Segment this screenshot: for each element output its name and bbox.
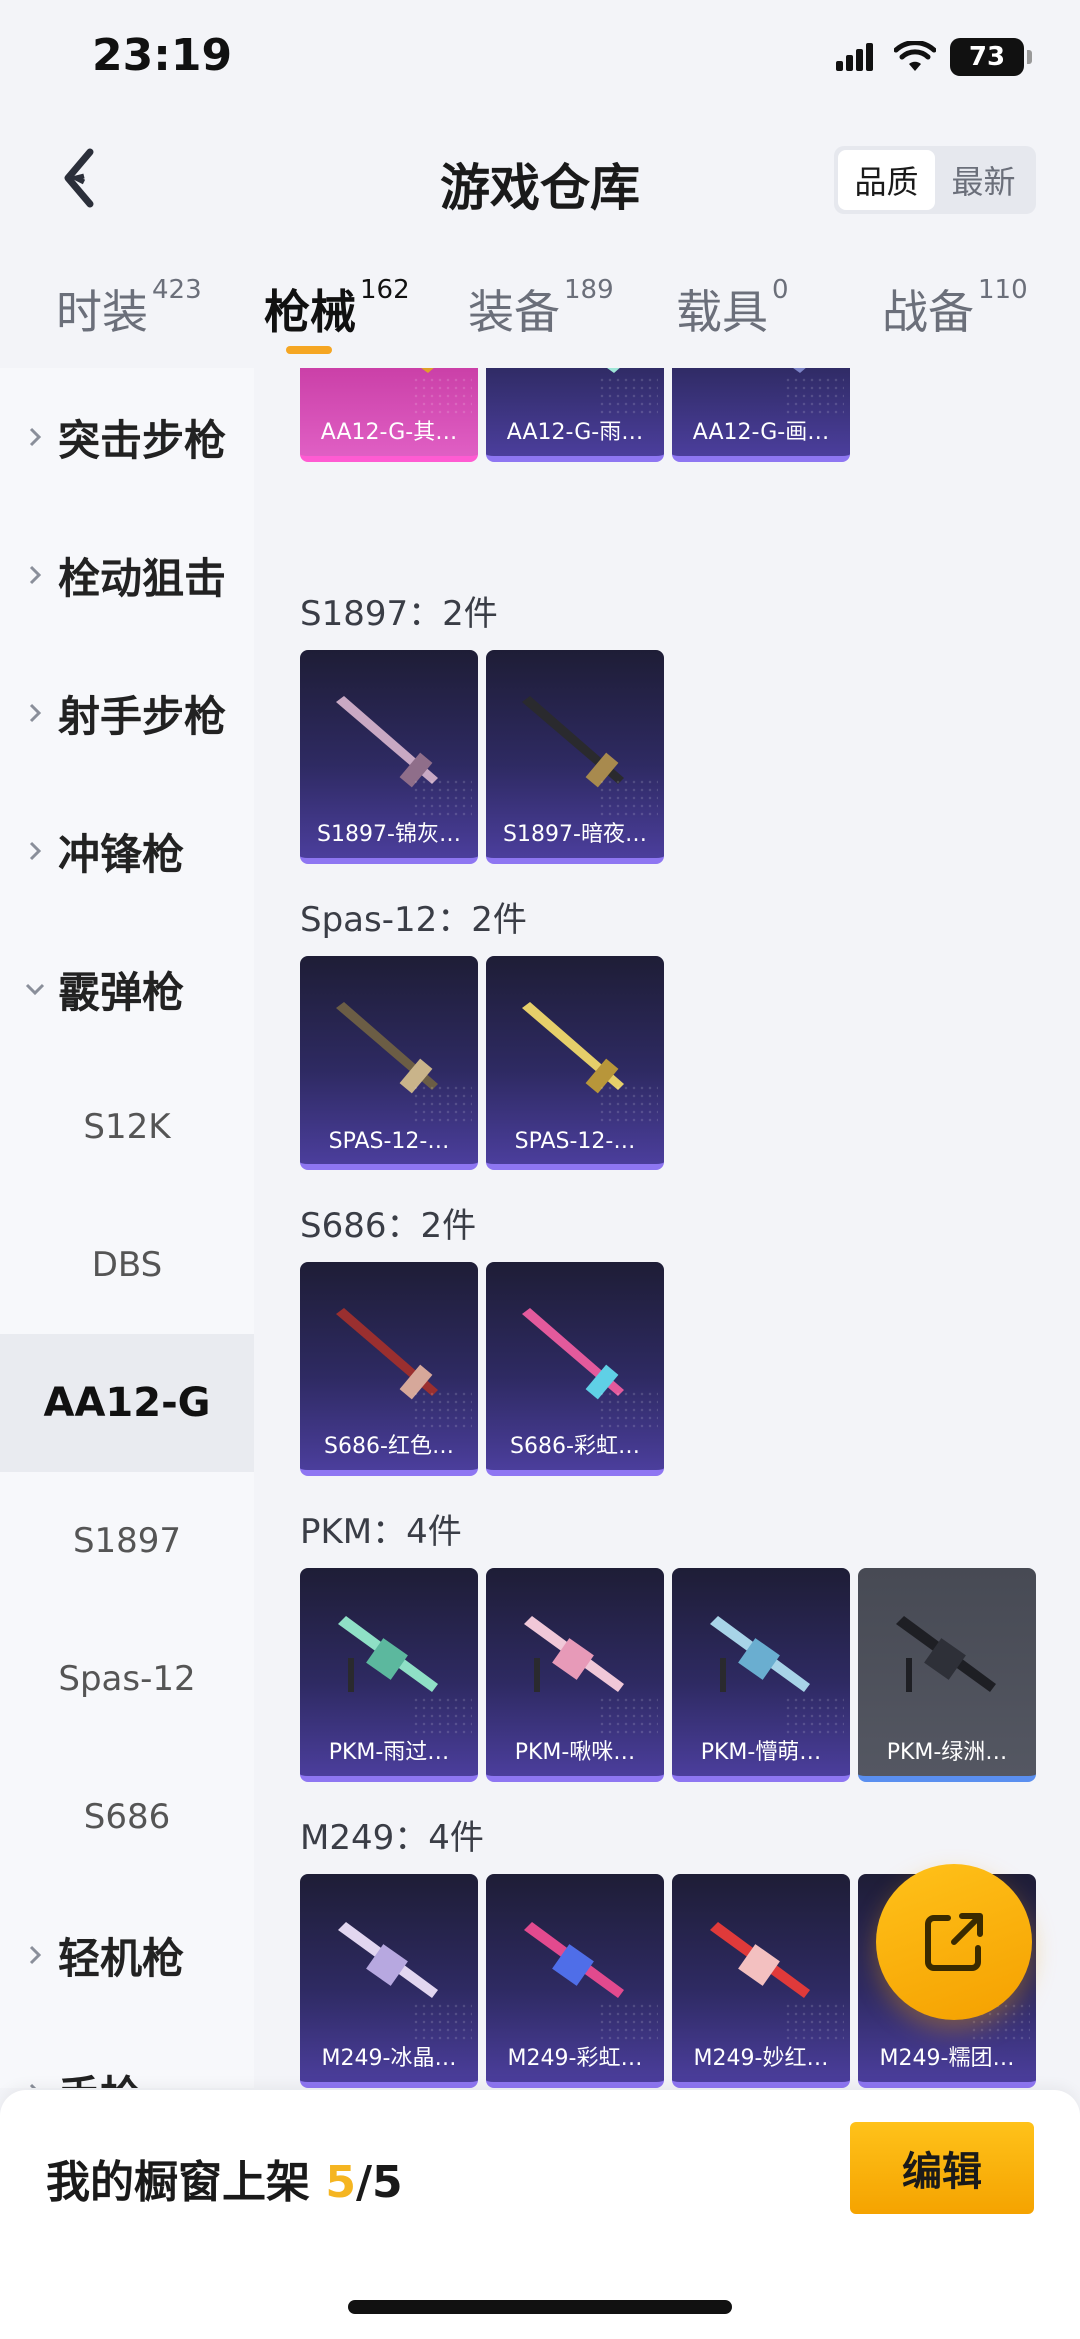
- chevron-right-icon: [29, 565, 42, 585]
- group-title-pkm: PKM：4件: [300, 1512, 462, 1552]
- item-card[interactable]: PKM-雨过…: [300, 1568, 478, 1782]
- sidebar-item-smg[interactable]: 冲锋枪: [0, 782, 254, 920]
- tab-guns[interactable]: 枪械 162: [264, 275, 410, 342]
- item-card[interactable]: PKM-绿洲…: [858, 1568, 1036, 1782]
- tab-fashion[interactable]: 时装 423: [56, 275, 202, 342]
- edit-button[interactable]: 编辑: [850, 2122, 1034, 2214]
- category-tabs: 时装 423 枪械 162 装备 189 载具 0 战备 110: [0, 262, 1080, 368]
- status-time: 23:19: [92, 30, 233, 81]
- signal-icon: [836, 43, 873, 71]
- sidebar: 突击步枪 栓动狙击 射手步枪 冲锋枪 霰弹枪 S12K DBS AA12-G S…: [0, 368, 254, 2088]
- item-card[interactable]: S1897-锦灰…: [300, 650, 478, 864]
- sidebar-item-marksman-rifle[interactable]: 射手步枪: [0, 644, 254, 782]
- machine-gun-icon: [896, 1616, 996, 1692]
- sidebar-subitem-dbs[interactable]: DBS: [0, 1196, 254, 1334]
- share-icon: [925, 1913, 983, 1971]
- item-card[interactable]: M249-冰晶…: [300, 1874, 478, 2088]
- shelf-count: 5: [325, 2157, 356, 2208]
- card-pattern: [412, 1390, 472, 1430]
- sidebar-item-shotgun[interactable]: 霰弹枪: [0, 920, 254, 1058]
- card-pattern: [784, 2002, 844, 2042]
- item-card[interactable]: AA12-G-雨…: [486, 368, 664, 462]
- sort-newest-button[interactable]: 最新: [935, 150, 1032, 210]
- card-pattern: [412, 778, 472, 818]
- shelf-status: 我的橱窗上架 5/5: [46, 2157, 403, 2208]
- tab-equipment[interactable]: 装备 189: [468, 275, 614, 342]
- item-card[interactable]: M249-妙红…: [672, 1874, 850, 2088]
- shelf-total: /5: [355, 2157, 403, 2208]
- chevron-right-icon: [29, 2083, 37, 2088]
- card-pattern: [412, 2002, 472, 2042]
- chevron-right-icon: [29, 427, 42, 447]
- card-pattern: [598, 778, 658, 818]
- item-card[interactable]: S686-彩虹…: [486, 1262, 664, 1476]
- sort-quality-button[interactable]: 品质: [838, 150, 935, 210]
- group-title-s1897: S1897：2件: [300, 594, 498, 634]
- status-icons: 73: [836, 38, 1032, 76]
- status-bar: 23:19 73: [0, 0, 1080, 120]
- battery-icon: 73: [950, 38, 1032, 76]
- sidebar-subitem-s12k[interactable]: S12K: [0, 1058, 254, 1196]
- item-card[interactable]: SPAS-12-…: [486, 956, 664, 1170]
- group-title-s686: S686：2件: [300, 1206, 477, 1246]
- chevron-right-icon: [29, 1945, 42, 1965]
- sidebar-subitem-aa12g[interactable]: AA12-G: [0, 1334, 254, 1472]
- sidebar-item-pistol[interactable]: 手枪: [0, 2024, 254, 2088]
- group-title-m249: M249：4件: [300, 1818, 484, 1858]
- item-card[interactable]: PKM-懵萌…: [672, 1568, 850, 1782]
- sidebar-item-assault-rifle[interactable]: 突击步枪: [0, 368, 254, 506]
- card-pattern: [412, 1696, 472, 1736]
- sidebar-subitem-s686[interactable]: S686: [0, 1748, 254, 1886]
- group-title-spas12: Spas-12：2件: [300, 900, 527, 940]
- sidebar-subitem-s1897[interactable]: S1897: [0, 1472, 254, 1610]
- sidebar-subitem-spas12[interactable]: Spas-12: [0, 1610, 254, 1748]
- sort-toggle: 品质 最新: [834, 146, 1036, 214]
- tab-indicator: [286, 346, 332, 354]
- home-indicator[interactable]: [348, 2300, 732, 2314]
- sidebar-item-bolt-sniper[interactable]: 栓动狙击: [0, 506, 254, 644]
- item-card[interactable]: SPAS-12-…: [300, 956, 478, 1170]
- card-pattern: [598, 1084, 658, 1124]
- card-pattern: [598, 2002, 658, 2042]
- card-pattern: [412, 1084, 472, 1124]
- item-card[interactable]: M249-彩虹…: [486, 1874, 664, 2088]
- card-pattern: [598, 1390, 658, 1430]
- tab-vehicles[interactable]: 载具 0: [676, 275, 789, 342]
- chevron-down-icon: [25, 983, 45, 996]
- card-pattern: [598, 376, 658, 416]
- item-grid: AA12-G-其… AA12-G-雨… AA12-G-画… S1897：2件 S…: [254, 368, 1080, 2088]
- card-pattern: [598, 1696, 658, 1736]
- item-card[interactable]: S1897-暗夜…: [486, 650, 664, 864]
- chevron-right-icon: [29, 703, 42, 723]
- share-button[interactable]: [876, 1864, 1032, 2020]
- tab-supplies[interactable]: 战备 110: [882, 275, 1028, 342]
- card-pattern: [784, 1696, 844, 1736]
- header: 游戏仓库 品质 最新: [0, 120, 1080, 240]
- wifi-icon: [894, 41, 936, 71]
- item-card[interactable]: S686-红色…: [300, 1262, 478, 1476]
- item-card[interactable]: AA12-G-其…: [300, 368, 478, 462]
- card-pattern: [412, 376, 472, 416]
- sidebar-item-lmg[interactable]: 轻机枪: [0, 1886, 254, 2024]
- item-card[interactable]: AA12-G-画…: [672, 368, 850, 462]
- card-pattern: [784, 376, 844, 416]
- item-card[interactable]: PKM-啾咪…: [486, 1568, 664, 1782]
- chevron-right-icon: [29, 841, 42, 861]
